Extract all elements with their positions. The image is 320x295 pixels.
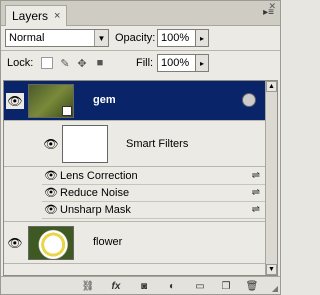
filter-mask-thumbnail [62,125,108,163]
smart-filter-badge-icon [242,93,256,107]
opacity-slider-icon[interactable]: ▸ [195,29,209,47]
tab-label: Layers [12,9,49,23]
scroll-up-icon[interactable]: ▲ [266,81,277,92]
layer-thumbnail [28,226,74,260]
filter-name: Lens Correction [60,170,138,182]
filter-name: Reduce Noise [60,187,130,199]
visibility-eye-icon[interactable]: 👁 [44,186,58,199]
divider [1,50,280,51]
resize-grip-icon[interactable]: ◢ [272,284,278,293]
blend-row: Normal ▼ Opacity: 100% ▸ [5,29,277,49]
opacity-input[interactable]: 100% [157,29,199,47]
chevron-down-icon[interactable]: ▼ [94,30,108,46]
tab-close-icon[interactable]: × [54,10,60,22]
filter-name: Unsharp Mask [60,204,131,216]
opacity-value: 100% [161,32,190,44]
blending-options-icon[interactable]: ⇌ [252,204,260,215]
scroll-down-icon[interactable]: ▼ [266,264,277,275]
new-adjustment-icon[interactable]: ◐ [165,279,179,293]
blend-mode-value: Normal [9,32,45,44]
blend-mode-select[interactable]: Normal ▼ [5,29,109,47]
layer-name: gem [93,94,116,106]
lock-all-icon[interactable]: ■ [94,57,106,69]
opacity-label: Opacity: [115,32,156,44]
filter-row[interactable]: 👁 Reduce Noise ⇌ [42,185,266,202]
layer-row-flower[interactable]: 👁 flower [4,221,266,264]
panel-menu-icon[interactable]: ▸≡ [263,7,274,18]
visibility-eye-icon[interactable]: 👁 [44,169,58,182]
layer-row-gem[interactable]: 👁 gem [4,81,266,121]
bottom-toolbar: ⛓ fx ◙ ◐ ▭ ❐ 🗑 ◢ [1,276,280,294]
fill-label: Fill: [136,57,154,69]
new-layer-icon[interactable]: ❐ [219,279,233,293]
layer-style-icon[interactable]: fx [109,279,123,293]
filter-row[interactable]: 👁 Unsharp Mask ⇌ [42,202,266,219]
layers-panel: Layers × ✕ ▸≡ Normal ▼ Opacity: 100% ▸ L… [0,0,281,295]
panel-tab-bar: Layers × ✕ ▸≡ [1,1,280,26]
blending-options-icon[interactable]: ⇌ [252,187,260,198]
scrollbar[interactable]: ▲ ▼ [265,81,277,275]
layers-list: 👁 gem 👁 Smart Filters 👁 Lens Correction … [3,80,278,276]
visibility-eye-icon[interactable]: 👁 [44,203,58,216]
new-group-icon[interactable]: ▭ [193,279,207,293]
fill-slider-icon[interactable]: ▸ [195,54,209,72]
tab-layers[interactable]: Layers × [5,5,68,26]
smart-object-icon [62,106,72,116]
fill-input[interactable]: 100% [157,54,199,72]
visibility-eye-icon[interactable]: 👁 [6,235,24,251]
lock-label: Lock: [7,57,34,69]
visibility-eye-icon[interactable]: 👁 [6,93,24,109]
layer-thumbnail [28,84,74,118]
filter-row[interactable]: 👁 Lens Correction ⇌ [42,168,266,185]
fill-value: 100% [161,57,190,69]
lock-transparency-icon[interactable] [41,57,53,69]
smart-filters-label: Smart Filters [126,138,189,150]
layer-name: flower [93,236,123,248]
blending-options-icon[interactable]: ⇌ [252,170,260,181]
link-layers-icon[interactable]: ⛓ [81,279,95,293]
lock-position-icon[interactable]: ✥ [76,57,88,70]
delete-layer-icon[interactable]: 🗑 [245,279,259,293]
lock-pixels-icon[interactable]: ✎ [59,57,71,70]
visibility-eye-icon[interactable]: 👁 [42,136,60,152]
add-mask-icon[interactable]: ◙ [137,279,151,293]
lock-row: Lock: ✎ ✥ ■ Fill: 100% ▸ [5,54,277,74]
smart-filters-row[interactable]: 👁 Smart Filters [4,122,266,167]
